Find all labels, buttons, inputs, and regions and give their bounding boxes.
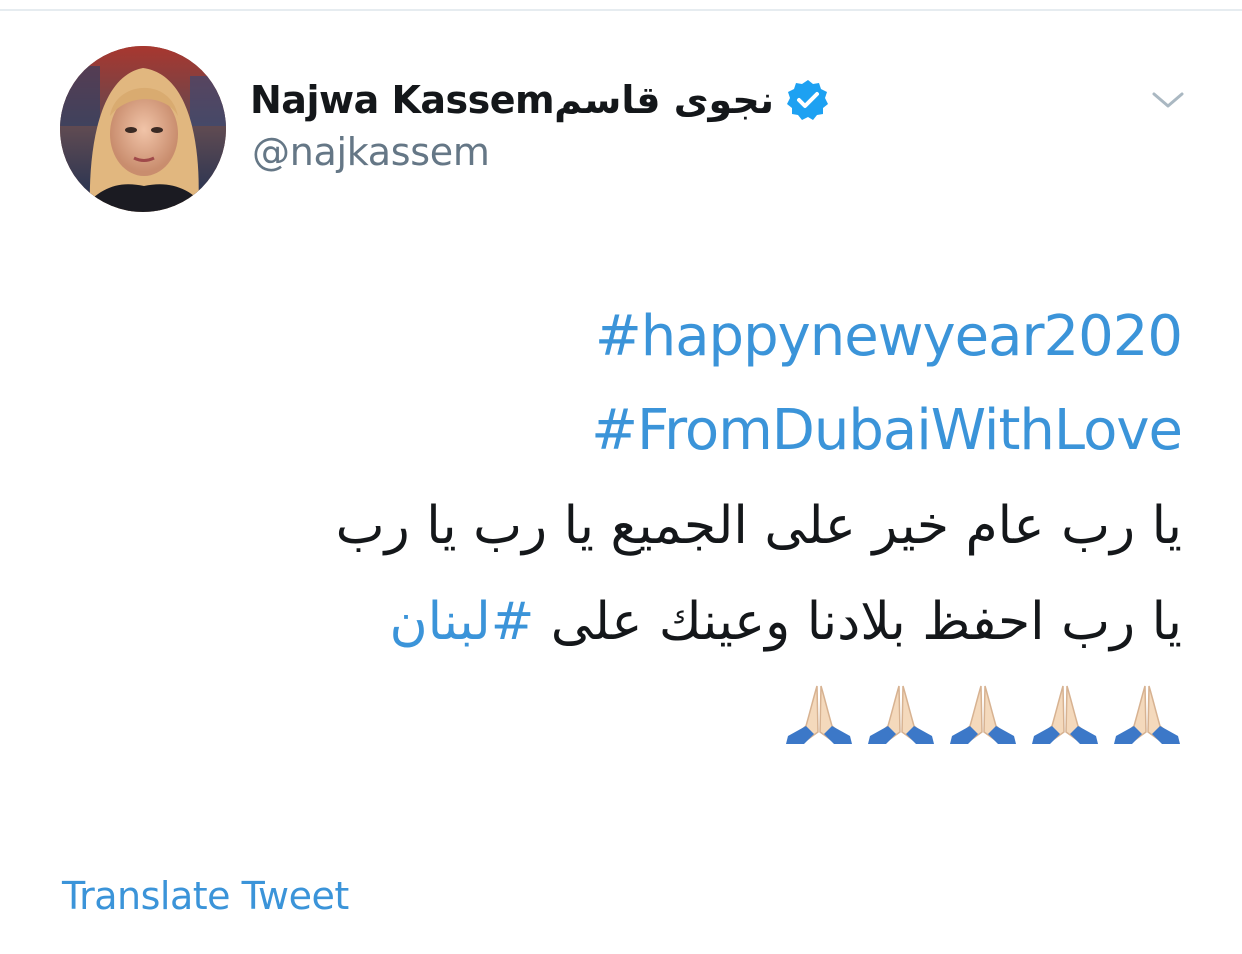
tweet-text-fragment: يا رب احفظ بلادنا وعينك على	[534, 592, 1182, 652]
chevron-down-icon[interactable]	[1150, 86, 1186, 114]
hashtag-link[interactable]: #لبنان	[389, 592, 534, 652]
author-handle[interactable]: @najkassem	[252, 130, 490, 174]
tweet-text: #happynewyear2020 #FromDubaiWithLove يا …	[182, 290, 1183, 746]
folded-hands-icon	[866, 682, 936, 746]
folded-hands-icon	[948, 682, 1018, 746]
folded-hands-icon	[1030, 682, 1100, 746]
author-name-row: Najwa Kassemنجوى قاسم	[250, 72, 830, 128]
top-divider	[0, 9, 1242, 11]
avatar-image	[60, 46, 226, 212]
folded-hands-icon	[1112, 682, 1182, 746]
hashtag-link[interactable]: #happynewyear2020	[182, 290, 1183, 384]
folded-hands-icon	[784, 682, 854, 746]
translate-tweet-link[interactable]: Translate Tweet	[62, 874, 349, 918]
tweet-text-line: يا رب احفظ بلادنا وعينك على #لبنان	[182, 574, 1182, 670]
emoji-row	[182, 682, 1182, 746]
tweet-text-line: يا رب عام خير على الجميع يا رب يا رب	[335, 496, 1182, 556]
author-display-name[interactable]: Najwa Kassemنجوى قاسم	[250, 78, 775, 122]
avatar[interactable]	[60, 46, 226, 212]
hashtag-link[interactable]: #FromDubaiWithLove	[182, 384, 1183, 478]
verified-badge-icon	[786, 78, 830, 122]
